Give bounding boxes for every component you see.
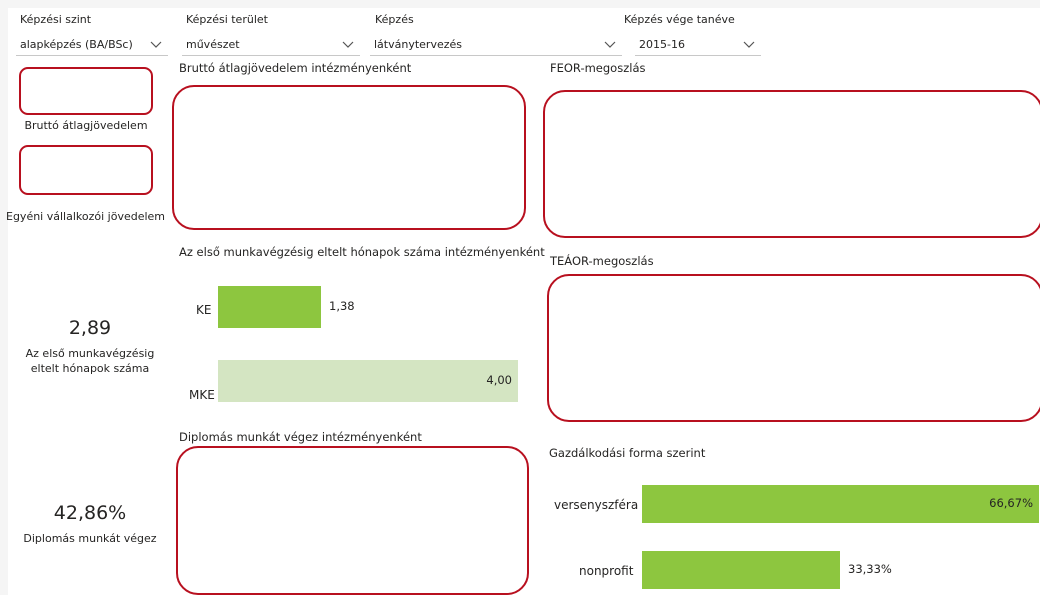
income-kpi-label: Bruttó átlagjövedelem: [24, 119, 148, 132]
year-dropdown[interactable]: 2015-16: [635, 34, 761, 56]
report-page: Képzési szint Képzési terület Képzés Kép…: [6, 8, 1040, 595]
income-by-institution-highlight: [172, 85, 526, 230]
self-employed-kpi-label: Egyéni vállalkozói jövedelem: [6, 210, 166, 223]
bar-label-nonprofit: nonprofit: [579, 564, 634, 578]
level-dropdown-value: alapképzés (BA/BSc): [20, 38, 133, 51]
months-kpi-label-line1: Az első munkavégzésig: [25, 347, 155, 360]
chevron-down-icon: [604, 41, 616, 48]
teaor-title: TEÁOR-megoszlás: [550, 254, 654, 268]
bar-label-versenyszfera: versenyszféra: [554, 498, 639, 512]
feor-title: FEOR-megoszlás: [550, 61, 646, 75]
income-by-institution-title: Bruttó átlagjövedelem intézményenként: [179, 61, 412, 75]
chevron-down-icon: [743, 41, 755, 48]
income-kpi-highlight: [19, 67, 153, 115]
program-dropdown[interactable]: látványtervezés: [370, 34, 622, 56]
months-value-mke: 4,00: [486, 373, 512, 387]
filter-label-area: Képzési terület: [186, 13, 268, 26]
chevron-down-icon: [150, 41, 162, 48]
level-dropdown[interactable]: alapképzés (BA/BSc): [16, 34, 168, 56]
bar-label-ke: KE: [196, 303, 212, 317]
econ-bar-nonprofit[interactable]: [642, 551, 840, 589]
months-bar-ke[interactable]: [218, 286, 321, 328]
report-canvas: Képzési szint Képzési terület Képzés Kép…: [0, 0, 1040, 595]
program-dropdown-value: látványtervezés: [374, 38, 462, 51]
grad-kpi-value: 42,86%: [53, 502, 127, 524]
year-dropdown-value: 2015-16: [639, 38, 685, 51]
economic-form-title: Gazdálkodási forma szerint: [549, 446, 706, 460]
filter-label-year: Képzés vége tanéve: [624, 13, 735, 26]
econ-value-nonprofit: 33,33%: [848, 562, 892, 576]
area-dropdown[interactable]: művészet: [182, 34, 360, 56]
filter-label-program: Képzés: [375, 13, 414, 26]
grad-by-institution-title: Diplomás munkát végez intézményenként: [179, 430, 422, 444]
chevron-down-icon: [342, 41, 354, 48]
bar-label-mke: MKE: [189, 388, 215, 402]
teaor-highlight: [547, 274, 1040, 422]
months-kpi-label-line2: eltelt hónapok száma: [30, 362, 150, 375]
months-kpi-value: 2,89: [68, 317, 112, 339]
grad-kpi-label: Diplomás munkát végez: [23, 532, 157, 545]
months-by-institution-title: Az első munkavégzésig eltelt hónapok szá…: [179, 245, 545, 259]
econ-bar-versenyszfera[interactable]: [642, 485, 1039, 523]
area-dropdown-value: művészet: [186, 38, 240, 51]
filter-label-level: Képzési szint: [20, 13, 92, 26]
grad-by-institution-highlight: [176, 446, 529, 595]
feor-highlight: [543, 90, 1040, 238]
self-employed-kpi-highlight: [19, 145, 153, 195]
econ-value-versenyszfera: 66,67%: [989, 496, 1033, 510]
months-value-ke: 1,38: [329, 299, 355, 313]
